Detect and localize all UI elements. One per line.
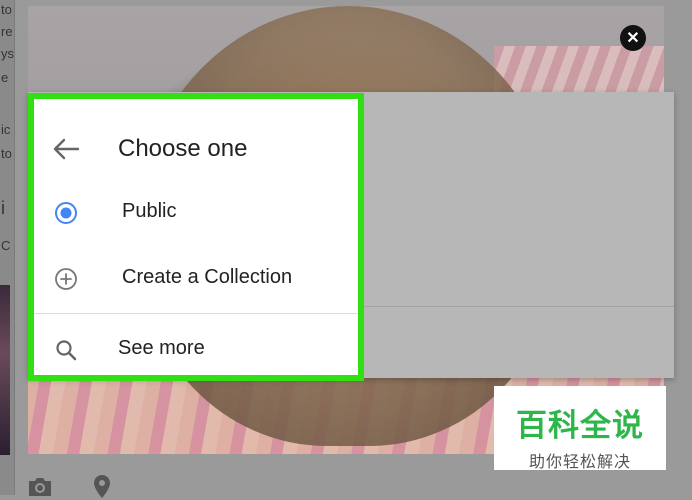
menu-item-create-collection[interactable]: Create a Collection (34, 251, 358, 307)
menu-item-label: Public (122, 200, 177, 222)
close-button[interactable]: ✕ (620, 25, 646, 51)
close-icon: ✕ (626, 30, 640, 47)
radio-selected-icon (55, 202, 77, 224)
watermark-title: 百科全说 (516, 408, 644, 444)
menu-item-public[interactable]: Public (34, 185, 358, 241)
camera-icon[interactable] (26, 472, 54, 500)
menu-item-label: See more (118, 337, 205, 359)
background-text-fragment: to (1, 2, 12, 17)
watermark-logo: 百科全说 助你轻松解决 (494, 386, 666, 471)
background-text-fragment: C (1, 238, 11, 253)
menu-title: Choose one (118, 135, 248, 162)
arrow-left-icon[interactable] (52, 137, 80, 161)
audience-menu: Choose one Public Create a Collection Se… (28, 93, 364, 381)
background-text-fragment: ic (1, 122, 11, 137)
menu-divider (34, 313, 358, 314)
add-circle-icon (55, 268, 77, 290)
location-pin-icon[interactable] (88, 472, 116, 500)
menu-item-see-more[interactable]: See more (34, 322, 358, 378)
background-photo-edge (0, 285, 10, 455)
menu-item-label: Create a Collection (122, 266, 293, 288)
background-text-fragment: e (1, 70, 9, 85)
search-icon (56, 340, 77, 361)
menu-header: Choose one (34, 99, 358, 189)
watermark-subtitle: 助你轻松解决 (528, 452, 631, 471)
background-page-edge: to re ys e ic to i C (0, 0, 15, 495)
background-text-fragment: re (1, 24, 13, 39)
background-text-fragment: ys (1, 46, 14, 61)
background-text-fragment: i (1, 198, 5, 218)
background-text-fragment: to (1, 146, 12, 161)
